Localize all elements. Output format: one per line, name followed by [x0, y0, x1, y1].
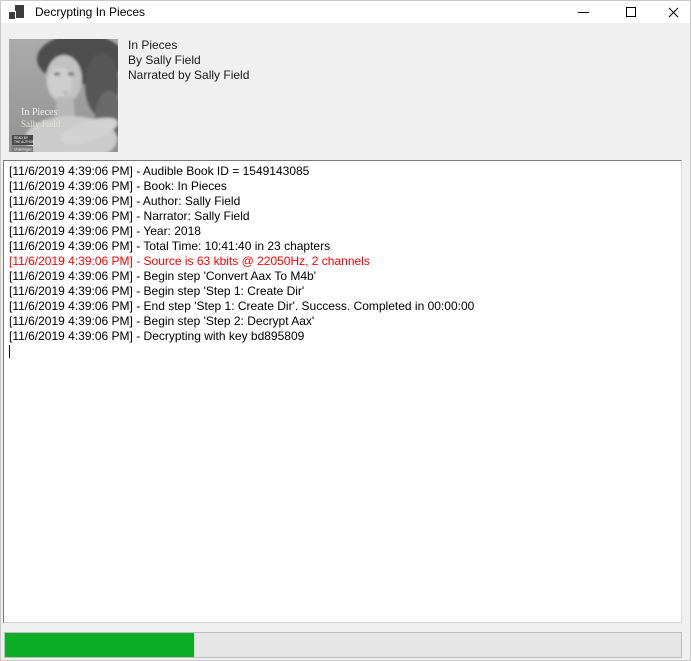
app-window: Decrypting In Pieces [0, 0, 691, 661]
maximize-square-icon [626, 7, 636, 17]
title-bar[interactable]: Decrypting In Pieces [1, 1, 690, 23]
log-line: [11/6/2019 4:39:06 PM] - Begin step 'Con… [9, 269, 679, 284]
log-line: [11/6/2019 4:39:06 PM] - Begin step 'Ste… [9, 314, 679, 329]
cover-badge-line3: Unabridged [14, 148, 32, 152]
book-title: In Pieces [128, 38, 249, 53]
minimize-line-icon [578, 12, 589, 13]
close-x-icon [668, 7, 679, 18]
log-line: [11/6/2019 4:39:06 PM] - Audible Book ID… [9, 164, 679, 179]
minimize-button[interactable] [560, 1, 606, 23]
text-caret [9, 345, 10, 358]
log-line: [11/6/2019 4:39:06 PM] - Author: Sally F… [9, 194, 679, 209]
log-line: [11/6/2019 4:39:06 PM] - Year: 2018 [9, 224, 679, 239]
maximize-button[interactable] [607, 1, 654, 23]
app-window-blocks-icon [9, 5, 25, 19]
log-line: [11/6/2019 4:39:06 PM] - Decrypting with… [9, 329, 679, 344]
cover-badge-line2: THE AUTHOR [14, 140, 35, 144]
log-line: [11/6/2019 4:39:06 PM] - Book: In Pieces [9, 179, 679, 194]
log-line: [11/6/2019 4:39:06 PM] - Narrator: Sally… [9, 209, 679, 224]
progress-fill [5, 633, 194, 657]
book-cover-image: In Pieces Sally Field READ BY THE AUTHOR… [9, 39, 118, 152]
log-line: [11/6/2019 4:39:06 PM] - End step 'Step … [9, 299, 679, 314]
close-button[interactable] [654, 1, 691, 23]
book-meta: In Pieces By Sally Field Narrated by Sal… [128, 38, 249, 83]
cover-title-text: In Pieces [21, 107, 57, 118]
book-author: By Sally Field [128, 53, 249, 68]
log-line: [11/6/2019 4:39:06 PM] - Source is 63 kb… [9, 254, 679, 269]
log-textbox[interactable]: [11/6/2019 4:39:06 PM] - Audible Book ID… [3, 160, 682, 623]
cover-author-text: Sally Field [21, 119, 61, 129]
progress-bar [4, 632, 682, 658]
window-title: Decrypting In Pieces [35, 5, 145, 19]
book-narrator: Narrated by Sally Field [128, 68, 249, 83]
log-line: [11/6/2019 4:39:06 PM] - Begin step 'Ste… [9, 284, 679, 299]
log-line: [11/6/2019 4:39:06 PM] - Total Time: 10:… [9, 239, 679, 254]
